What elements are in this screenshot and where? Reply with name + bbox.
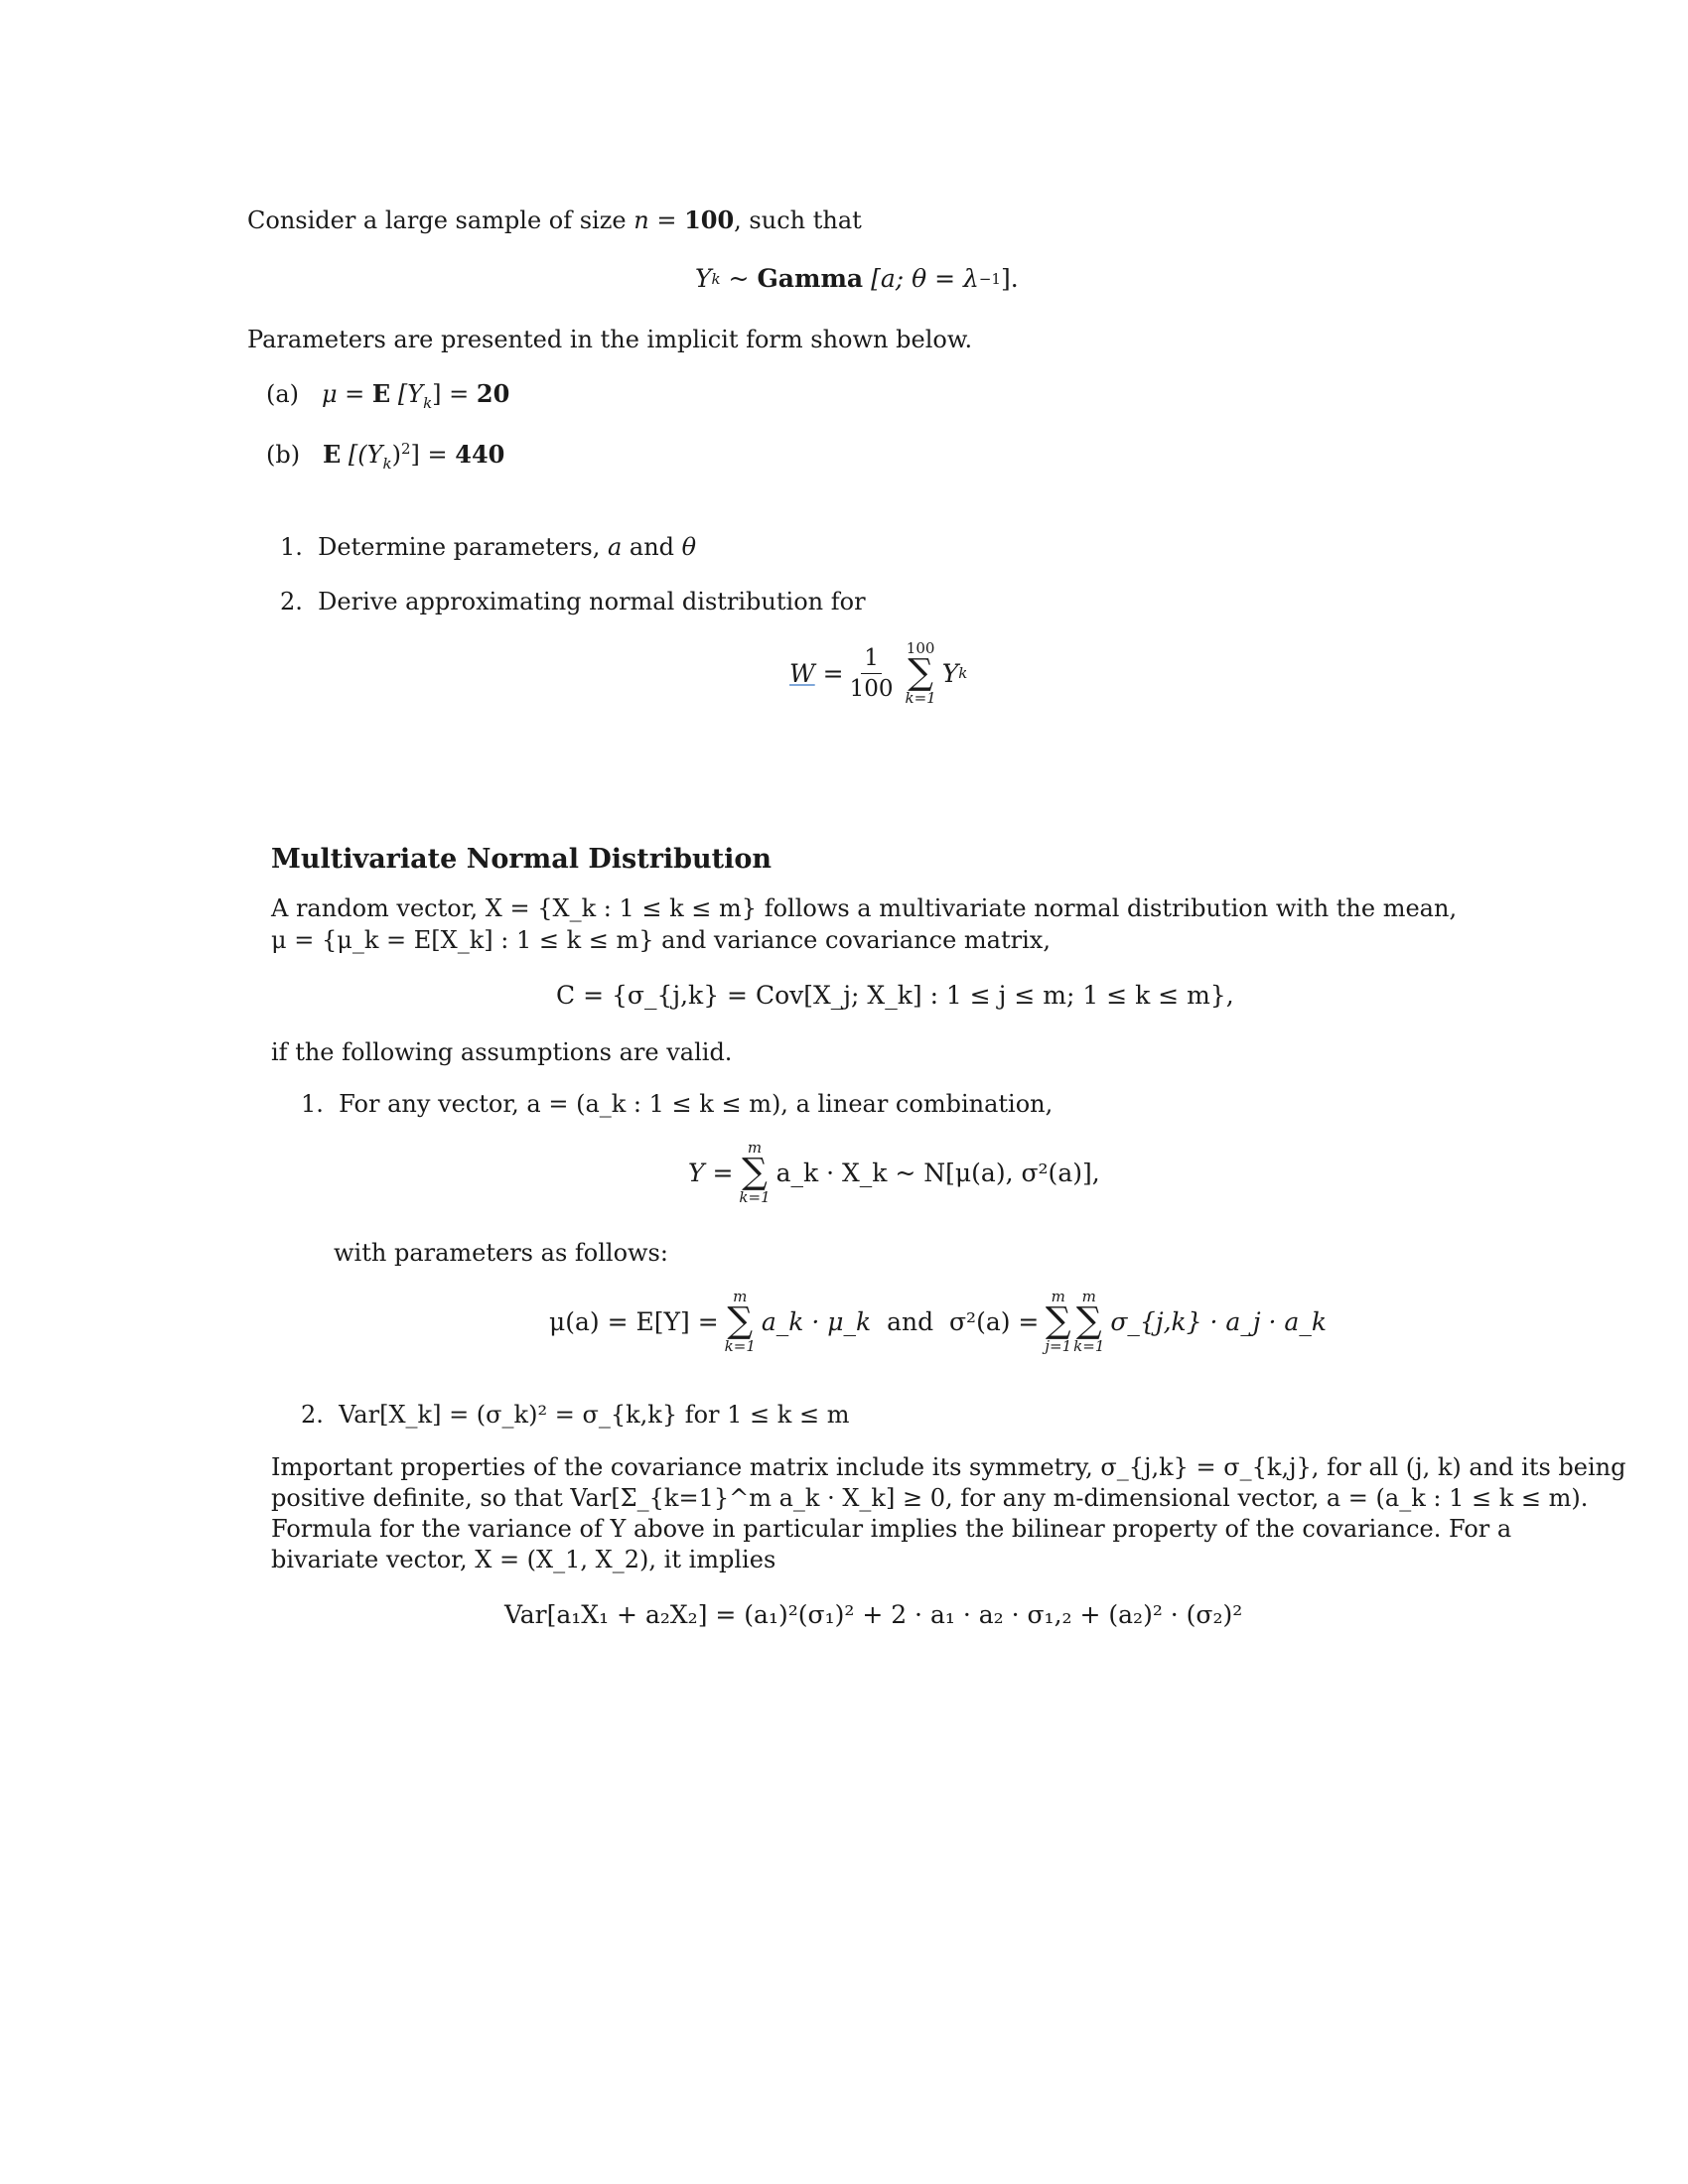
n-symbol: n: [633, 206, 649, 234]
task-2: 2. Derive approximating normal distribut…: [280, 587, 866, 616]
task-text: Determine parameters,: [318, 533, 608, 561]
and-text: and: [887, 1306, 934, 1336]
assumptions-intro: if the following assumptions are valid.: [271, 1038, 733, 1066]
condition-arg-close: ] =: [410, 441, 456, 469]
dist-var: Y: [695, 264, 712, 293]
para1-line2: μ = {μ_k = E[X_k] : 1 ≤ k ≤ m} and varia…: [271, 926, 1051, 954]
sum-lower-limit: k=1: [739, 1188, 771, 1206]
task-mid: and: [622, 533, 682, 561]
dist-name: Gamma: [757, 264, 864, 293]
summation: m ∑ k=1: [725, 1289, 756, 1354]
condition-value: 20: [476, 379, 510, 408]
condition-sub: k: [423, 393, 433, 412]
w-symbol: W: [789, 658, 815, 688]
intro-line: Consider a large sample of size n = 100,…: [247, 205, 862, 234]
equals-sign: =: [822, 658, 844, 688]
intro-text: Consider a large sample of size: [247, 206, 627, 234]
task-1: 1. Determine parameters, a and θ: [280, 532, 696, 562]
mu-lhs: μ(a) = E[Y] =: [549, 1306, 719, 1336]
gamma-distribution-formula: Yk ~ Gamma [a; θ = λ −1].: [695, 264, 1019, 293]
fraction: 1 100: [850, 643, 894, 704]
properties-line: Important properties of the covariance m…: [271, 1453, 1626, 1481]
condition-a: (a) μ = E [Yk] = 20: [266, 379, 509, 418]
sigma-symbol: ∑: [1045, 1300, 1071, 1341]
summation: m ∑ k=1: [739, 1140, 770, 1205]
dist-params: [a; θ = λ: [871, 264, 979, 293]
condition-value: 440: [455, 440, 505, 469]
assumption-1: 1. For any vector, a = (a_k : 1 ≤ k ≤ m)…: [301, 1089, 1053, 1119]
task-num: 2.: [280, 588, 303, 615]
assumption-2: 2. Var[X_k] = (σ_k)² = σ_{k,k} for 1 ≤ k…: [301, 1400, 849, 1430]
cov-formula: C = {σ_{j,k} = Cov[X_j; X_k] : 1 ≤ j ≤ m…: [556, 981, 1234, 1010]
sigma-rhs: σ_{j,k} · a_j · a_k: [1110, 1306, 1327, 1336]
condition-op: E: [371, 379, 391, 408]
condition-b: (b) E [(Yk)2] = 440: [266, 434, 504, 478]
mu-rhs: a_k · μ_k: [761, 1306, 872, 1336]
intro-end: , such that: [734, 206, 862, 234]
fraction-numerator: 1: [861, 643, 882, 674]
sigma-symbol: ∑: [1075, 1300, 1102, 1341]
condition-arg: [Y: [397, 380, 424, 408]
sum-term: Y: [941, 658, 959, 688]
properties-line: positive definite, so that Var[Σ_{k=1}^m…: [271, 1484, 1589, 1512]
condition-lhs: μ =: [321, 380, 372, 408]
section-heading: Multivariate Normal Distribution: [271, 844, 773, 875]
sum-term-sub: k: [958, 664, 968, 682]
assumption-text: Var[X_k] = (σ_k)² = σ_{k,k} for 1 ≤ k ≤ …: [339, 1401, 850, 1429]
task-var: a: [607, 533, 623, 561]
sigma-symbol: ∑: [727, 1300, 754, 1341]
task-var: θ: [681, 533, 697, 561]
task-num: 1.: [280, 533, 303, 561]
dist-exp: −1: [978, 269, 1001, 288]
condition-label: (b): [266, 441, 301, 469]
assumption-num: 2.: [301, 1401, 324, 1429]
with-params-text: with parameters as follows:: [334, 1239, 668, 1267]
properties-line: Formula for the variance of Y above in p…: [271, 1515, 1512, 1543]
summation: m ∑ j=1: [1045, 1289, 1071, 1354]
condition-op: E: [322, 440, 342, 469]
dist-close: ].: [1000, 264, 1019, 293]
bivariate-variance-formula: Var[a₁X₁ + a₂X₂] = (a₁)²(σ₁)² + 2 · a₁ ·…: [504, 1600, 1243, 1629]
sigma-lhs: σ²(a) =: [948, 1306, 1040, 1336]
summation: m ∑ k=1: [1073, 1289, 1104, 1354]
sum-lower-limit: k=1: [724, 1337, 756, 1355]
assumption-text: For any vector, a = (a_k : 1 ≤ k ≤ m), a…: [339, 1090, 1054, 1118]
sum-lower-limit: j=1: [1045, 1337, 1072, 1355]
condition-sub: k: [382, 454, 392, 473]
condition-arg: [(Y: [348, 441, 383, 469]
summation: 100 ∑ k=1: [906, 640, 936, 706]
condition-sup: 2: [400, 440, 411, 458]
condition-arg-end: ): [391, 441, 401, 469]
condition-arg-end: ] =: [432, 380, 477, 408]
assumption-num: 1.: [301, 1090, 324, 1118]
sigma-symbol: ∑: [908, 652, 933, 693]
sigma-symbol: ∑: [742, 1152, 768, 1192]
para1-line1: A random vector, X = {X_k : 1 ≤ k ≤ m} f…: [271, 894, 1458, 922]
properties-line: bivariate vector, X = (X_1, X_2), it imp…: [271, 1546, 776, 1573]
params-text: Parameters are presented in the implicit…: [247, 326, 973, 353]
fraction-denominator: 100: [849, 675, 894, 702]
condition-label: (a): [266, 380, 300, 408]
param-formula: μ(a) = E[Y] = m ∑ k=1 a_k · μ_k and σ²(a…: [549, 1289, 1327, 1354]
sum-lower-limit: k=1: [905, 689, 936, 707]
task-text: Derive approximating normal distribution…: [318, 588, 866, 615]
y-formula: Y = m ∑ k=1 a_k · X_k ~ N[μ(a), σ²(a)],: [688, 1140, 1100, 1205]
dist-sub: k: [711, 269, 721, 288]
y-lhs: Y =: [688, 1158, 734, 1187]
w-formula: W = 1 100 100 ∑ k=1 Yk: [789, 640, 967, 706]
y-rhs: a_k · X_k ~ N[μ(a), σ²(a)],: [775, 1158, 1100, 1187]
n-value: 100: [684, 205, 735, 234]
sum-lower-limit: k=1: [1073, 1337, 1105, 1355]
